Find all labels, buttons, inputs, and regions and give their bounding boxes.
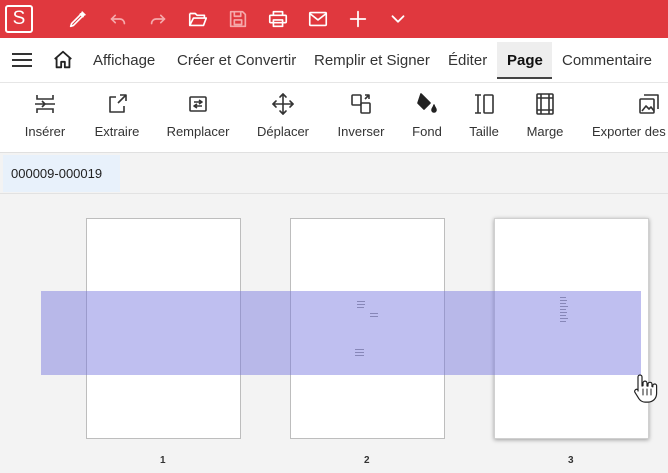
menu-item-editer[interactable]: Éditer	[448, 52, 487, 69]
replace-label: Remplacer	[166, 124, 230, 139]
background-label: Fond	[412, 124, 442, 139]
home-icon[interactable]	[52, 49, 74, 71]
margin-icon	[532, 91, 558, 117]
menu-item-page[interactable]: Page	[507, 52, 543, 69]
page-number-2: 2	[364, 455, 370, 466]
reverse-label: Inverser	[337, 124, 385, 139]
page-number-1: 1	[160, 455, 166, 466]
menu-item-creer-convertir[interactable]: Créer et Convertir	[177, 52, 296, 69]
replace-button[interactable]: Remplacer	[163, 83, 233, 153]
open-folder-icon[interactable]	[186, 7, 210, 31]
hand-cursor-icon	[632, 372, 660, 406]
fill-icon	[414, 91, 440, 117]
document-tab-bar: 000009-000019	[0, 153, 668, 194]
insert-button[interactable]: Insérer	[20, 83, 70, 153]
extract-button[interactable]: Extraire	[90, 83, 144, 153]
menu-item-commentaire[interactable]: Commentaire	[562, 52, 652, 69]
redo-icon[interactable]	[146, 7, 170, 31]
size-button[interactable]: Taille	[465, 83, 503, 153]
chevron-down-icon[interactable]	[386, 7, 410, 31]
menu-item-remplir-signer[interactable]: Remplir et Signer	[314, 52, 430, 69]
hamburger-menu-icon[interactable]	[12, 51, 34, 69]
menu-item-affichage[interactable]: Affichage	[93, 52, 155, 69]
size-label: Taille	[469, 124, 499, 139]
move-button[interactable]: Déplacer	[254, 83, 312, 153]
document-tab[interactable]: 000009-000019	[3, 155, 120, 192]
extract-label: Extraire	[94, 124, 140, 139]
extract-icon	[104, 91, 130, 117]
background-button[interactable]: Fond	[409, 83, 445, 153]
mail-icon[interactable]	[306, 7, 330, 31]
margin-label: Marge	[526, 124, 564, 139]
reverse-icon	[348, 91, 374, 117]
print-icon[interactable]	[266, 7, 290, 31]
selection-rectangle	[41, 291, 641, 375]
replace-icon	[185, 91, 211, 117]
reverse-button[interactable]: Inverser	[333, 83, 389, 153]
export-images-button[interactable]: Exporter des	[588, 83, 666, 153]
move-icon	[270, 91, 296, 117]
size-icon	[471, 91, 497, 117]
menu-bar: Affichage Créer et Convertir Remplir et …	[0, 38, 668, 83]
plus-icon[interactable]	[346, 7, 370, 31]
export-images-icon	[636, 91, 662, 117]
move-label: Déplacer	[256, 124, 310, 139]
page-number-3: 3	[568, 455, 574, 466]
undo-icon[interactable]	[106, 7, 130, 31]
margin-button[interactable]: Marge	[524, 83, 566, 153]
insert-icon	[32, 91, 58, 117]
pen-icon[interactable]	[66, 7, 90, 31]
insert-label: Insérer	[24, 124, 66, 139]
save-icon[interactable]	[226, 7, 250, 31]
title-bar: S	[0, 0, 668, 38]
page-ribbon: Insérer Extraire Remplacer Déplacer Inve…	[0, 83, 668, 153]
export-images-label: Exporter des	[592, 124, 666, 139]
app-logo[interactable]: S	[5, 5, 33, 33]
